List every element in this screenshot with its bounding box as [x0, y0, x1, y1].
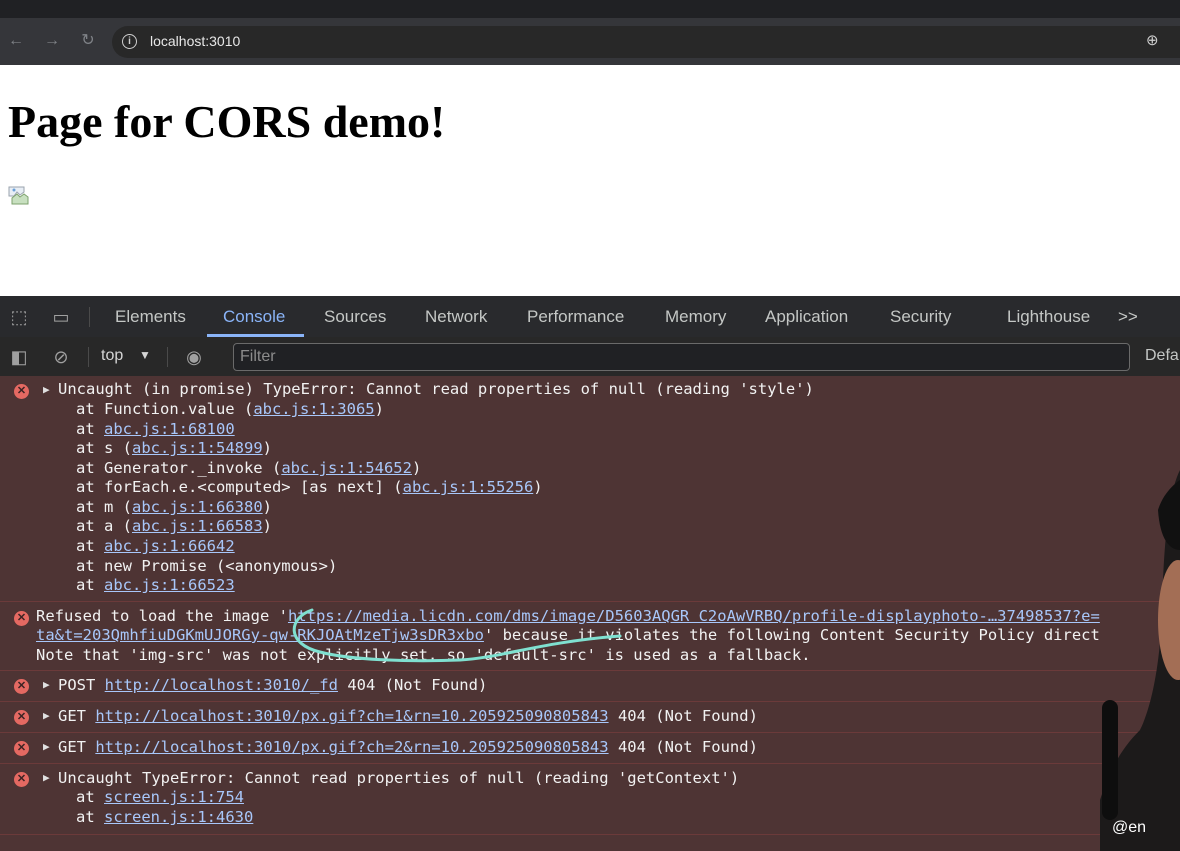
stack-frame: at screen.js:1:754 — [76, 788, 244, 806]
filter-field[interactable] — [233, 343, 1130, 371]
console-network-error: ✕ ▶ POST http://localhost:3010/_fd 404 (… — [0, 671, 1180, 702]
stack-frame: at forEach.e.<computed> [as next] (abc.j… — [76, 478, 543, 496]
window-top-strip — [0, 0, 1180, 18]
error-text: Uncaught TypeError: Cannot read properti… — [58, 769, 740, 787]
tab-lighthouse[interactable]: Lighthouse — [1007, 307, 1090, 327]
error-icon: ✕ — [14, 611, 29, 626]
error-icon: ✕ — [14, 384, 29, 399]
reload-icon[interactable]: ↻ — [78, 31, 98, 51]
devtools-panel: ⬚ ▭ Elements Console Sources Network Per… — [0, 296, 1180, 851]
console-network-error: ✕ ▶ GET http://localhost:3010/px.gif?ch=… — [0, 733, 1180, 764]
console-divider — [88, 347, 89, 367]
stack-frame: at abc.js:1:66642 — [76, 537, 235, 555]
source-link[interactable]: abc.js:1:66642 — [104, 537, 235, 555]
request-url-link[interactable]: http://localhost:3010/_fd — [105, 676, 338, 694]
source-link[interactable]: abc.js:1:54652 — [281, 459, 412, 477]
expand-triangle-icon[interactable]: ▶ — [43, 678, 50, 691]
stack-frame: at Function.value (abc.js:1:3065) — [76, 400, 384, 418]
page-heading: Page for CORS demo! — [8, 96, 446, 147]
expand-triangle-icon[interactable]: ▶ — [43, 771, 50, 784]
request-line: GET http://localhost:3010/px.gif?ch=2&rn… — [58, 738, 758, 756]
overlay-badge: @en — [1112, 819, 1146, 836]
inspect-element-icon[interactable]: ⬚ — [8, 306, 30, 328]
stack-frame: at a (abc.js:1:66583) — [76, 517, 272, 535]
source-link[interactable]: screen.js:1:4630 — [104, 808, 253, 826]
console-messages: ✕ ▶ Uncaught (in promise) TypeError: Can… — [0, 376, 1180, 851]
console-error-message: ✕ ▶ Uncaught (in promise) TypeError: Can… — [0, 376, 1180, 602]
filter-input[interactable] — [240, 344, 1120, 370]
request-line: GET http://localhost:3010/px.gif?ch=1&rn… — [58, 707, 758, 725]
tab-sources[interactable]: Sources — [324, 307, 386, 327]
eye-icon[interactable]: ◉ — [183, 346, 205, 368]
broken-image-icon — [8, 186, 29, 205]
stack-frame: at new Promise (<anonymous>) — [76, 557, 338, 575]
request-url-link[interactable]: http://localhost:3010/px.gif?ch=2&rn=10.… — [95, 738, 608, 756]
tabbar-divider — [89, 307, 90, 327]
stack-frame: at m (abc.js:1:66380) — [76, 498, 272, 516]
console-csp-error: ✕ Refused to load the image 'https://med… — [0, 602, 1180, 671]
error-icon: ✕ — [14, 710, 29, 725]
console-divider — [167, 347, 168, 367]
stack-frame: at Generator._invoke (abc.js:1:54652) — [76, 459, 422, 477]
request-url-link[interactable]: http://localhost:3010/px.gif?ch=1&rn=10.… — [95, 707, 608, 725]
tab-memory[interactable]: Memory — [665, 307, 726, 327]
tab-security[interactable]: Security — [890, 307, 951, 327]
address-bar[interactable]: i localhost:3010 ⊕ — [112, 26, 1180, 58]
source-link[interactable]: abc.js:1:3065 — [253, 400, 374, 418]
console-network-error: ✕ ▶ GET http://localhost:3010/px.gif?ch=… — [0, 702, 1180, 733]
source-link[interactable]: abc.js:1:66583 — [132, 517, 263, 535]
source-link[interactable]: abc.js:1:55256 — [403, 478, 534, 496]
chevron-down-icon[interactable]: ▼ — [139, 348, 151, 362]
source-link[interactable]: abc.js:1:66380 — [132, 498, 263, 516]
browser-toolbar: ← → ↻ i localhost:3010 ⊕ — [0, 18, 1180, 65]
page-content: Page for CORS demo! — [0, 65, 1180, 296]
tab-network[interactable]: Network — [425, 307, 487, 327]
zoom-icon[interactable]: ⊕ — [1146, 31, 1159, 49]
error-icon: ✕ — [14, 772, 29, 787]
error-icon: ✕ — [14, 679, 29, 694]
devtools-tabbar: ⬚ ▭ Elements Console Sources Network Per… — [0, 296, 1180, 338]
clear-console-icon[interactable]: ⊘ — [50, 346, 72, 368]
back-arrow-icon[interactable]: ← — [6, 31, 26, 51]
tab-application[interactable]: Application — [765, 307, 848, 327]
stack-frame: at abc.js:1:66523 — [76, 576, 235, 594]
source-link[interactable]: abc.js:1:54899 — [132, 439, 263, 457]
forward-arrow-icon[interactable]: → — [42, 31, 62, 51]
sidebar-toggle-icon[interactable]: ◧ — [8, 346, 30, 368]
source-link[interactable]: abc.js:1:66523 — [104, 576, 235, 594]
expand-triangle-icon[interactable]: ▶ — [43, 740, 50, 753]
stack-frame: at s (abc.js:1:54899) — [76, 439, 272, 457]
tab-performance[interactable]: Performance — [527, 307, 624, 327]
presenter-overlay: @en — [1100, 470, 1180, 851]
stack-frame: at abc.js:1:68100 — [76, 420, 235, 438]
source-link[interactable]: abc.js:1:68100 — [104, 420, 235, 438]
tab-console[interactable]: Console — [223, 307, 285, 327]
log-levels-dropdown[interactable]: Defa — [1145, 347, 1179, 365]
error-text: Uncaught (in promise) TypeError: Cannot … — [58, 380, 814, 398]
console-toolbar: ◧ ⊘ top ▼ ◉ Defa — [0, 337, 1180, 377]
source-link[interactable]: screen.js:1:754 — [104, 788, 244, 806]
expand-triangle-icon[interactable]: ▶ — [43, 383, 50, 396]
error-icon: ✕ — [14, 741, 29, 756]
annotation-scribble — [292, 608, 622, 663]
console-error-message: ✕ ▶ Uncaught TypeError: Cannot read prop… — [0, 764, 1180, 835]
address-url[interactable]: localhost:3010 — [150, 33, 240, 49]
more-tabs-chevron-icon[interactable]: >> — [1118, 307, 1138, 327]
site-info-icon[interactable]: i — [122, 34, 137, 49]
stack-frame: at screen.js:1:4630 — [76, 808, 254, 826]
expand-triangle-icon[interactable]: ▶ — [43, 709, 50, 722]
tab-elements[interactable]: Elements — [115, 307, 186, 327]
request-line: POST http://localhost:3010/_fd 404 (Not … — [58, 676, 488, 694]
context-selector[interactable]: top — [101, 347, 123, 365]
device-toolbar-icon[interactable]: ▭ — [50, 306, 72, 328]
